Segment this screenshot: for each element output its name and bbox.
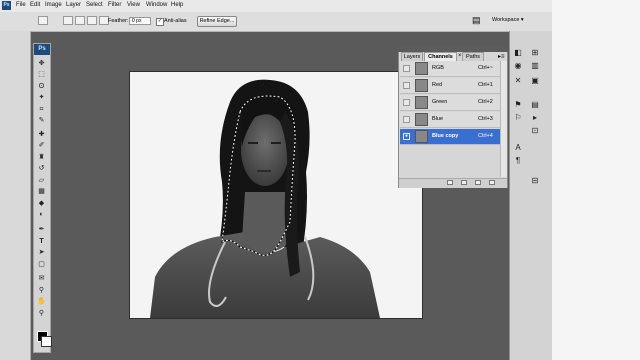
actions-dock-icon[interactable]: ▸ — [530, 113, 540, 122]
menu-help[interactable]: Help — [171, 2, 183, 8]
antialias-checkbox[interactable]: ✓ — [156, 18, 164, 26]
pen-tool-icon[interactable]: ✒ — [37, 226, 46, 234]
load-selection-icon[interactable] — [447, 180, 453, 185]
channel-shortcut: Ctrl+1 — [478, 82, 493, 88]
channel-thumbnail — [415, 62, 428, 75]
history-brush-tool-icon[interactable]: ↺ — [37, 165, 46, 173]
history-dock-icon[interactable]: ⚐ — [513, 113, 523, 122]
channel-shortcut: Ctrl+~ — [478, 65, 493, 71]
menu-view[interactable]: View — [127, 2, 140, 8]
magic-wand-tool-icon[interactable]: ✦ — [37, 94, 46, 102]
type-tool-icon[interactable]: T — [37, 238, 46, 246]
feather-input[interactable]: 0 px — [129, 17, 151, 25]
styles-dock-icon[interactable]: ▤ — [530, 100, 540, 109]
eraser-tool-icon[interactable]: ▱ — [37, 177, 46, 185]
subtract-selection-icon[interactable] — [87, 16, 97, 25]
new-channel-icon[interactable] — [475, 180, 481, 185]
panel-scrollbar[interactable] — [500, 61, 507, 177]
channel-thumbnail — [415, 113, 428, 126]
path-selection-tool-icon[interactable]: ➤ — [37, 249, 46, 257]
clone-stamp-tool-icon[interactable]: ♜ — [37, 154, 46, 162]
tab-channels[interactable]: Channels — [424, 52, 457, 61]
brush-tool-icon[interactable]: ✐ — [37, 142, 46, 150]
info-dock-icon[interactable]: ✕ — [513, 76, 523, 85]
channel-row-rgb[interactable]: RGB Ctrl+~ — [400, 61, 500, 77]
channel-thumbnail — [415, 96, 428, 109]
document-canvas[interactable] — [130, 72, 422, 318]
channel-thumbnail — [415, 79, 428, 92]
save-selection-icon[interactable] — [461, 180, 467, 185]
gradient-tool-icon[interactable]: ▦ — [37, 188, 46, 196]
visibility-eye-icon[interactable]: ● — [403, 133, 410, 140]
channel-name: Blue — [432, 116, 444, 122]
visibility-eye-icon[interactable] — [403, 65, 410, 72]
photo-canvas-image — [130, 72, 422, 318]
eyedropper-sample-tool-icon[interactable]: ⚲ — [37, 287, 46, 295]
notes-tool-icon[interactable]: ✉ — [37, 275, 46, 283]
add-to-selection-icon[interactable] — [75, 16, 85, 25]
brushes-dock-icon[interactable]: ⊡ — [530, 126, 540, 135]
channel-row-blue-copy[interactable]: ● Blue copy Ctrl+4 — [400, 129, 500, 145]
feather-label: Feather: — [108, 18, 129, 24]
channel-name: Red — [432, 82, 443, 88]
menu-image[interactable]: Image — [45, 2, 62, 8]
character-dock-icon[interactable]: A — [513, 143, 523, 152]
swatches-dock-icon[interactable]: ⚑ — [513, 100, 523, 109]
shape-tool-icon[interactable]: ▢ — [37, 261, 46, 269]
menu-edit[interactable]: Edit — [30, 2, 40, 8]
workspace-icon[interactable]: ▤ — [472, 15, 484, 26]
lasso-tool-icon[interactable]: ʘ — [37, 83, 46, 91]
marquee-tool-icon[interactable]: ⬚ — [37, 71, 46, 79]
channel-shortcut: Ctrl+4 — [478, 133, 493, 139]
menu-select[interactable]: Select — [86, 2, 103, 8]
close-tab-icon[interactable]: × — [458, 53, 462, 59]
workspace-dropdown[interactable]: Workspace ▾ — [492, 16, 534, 25]
visibility-eye-icon[interactable] — [403, 82, 410, 89]
antialias-label: Anti-alias — [164, 18, 187, 24]
lasso-preset-icon[interactable] — [38, 16, 48, 25]
panel-menu-icon[interactable]: ▸≡ — [498, 53, 505, 60]
channel-name: Blue copy — [432, 133, 459, 139]
channel-row-blue[interactable]: Blue Ctrl+3 — [400, 112, 500, 128]
visibility-eye-icon[interactable] — [403, 99, 410, 106]
tab-paths[interactable]: Paths — [462, 52, 484, 61]
menu-layer[interactable]: Layer — [66, 2, 81, 8]
menu-window[interactable]: Window — [146, 2, 167, 8]
refine-edge-button[interactable]: Refine Edge... — [197, 16, 237, 27]
tool-presets-dock-icon[interactable]: ⊟ — [530, 176, 540, 185]
tab-layers[interactable]: Layers — [401, 52, 423, 61]
move-tool-icon[interactable]: ✥ — [37, 60, 46, 68]
histogram-dock-icon[interactable]: ▥ — [530, 61, 540, 70]
channel-name: RGB — [432, 65, 444, 71]
delete-channel-icon[interactable] — [489, 180, 495, 185]
zoom-tool-icon[interactable]: ⚲ — [37, 310, 46, 318]
new-selection-icon[interactable] — [63, 16, 73, 25]
layers-dock-icon[interactable]: ◧ — [513, 48, 523, 57]
channel-shortcut: Ctrl+3 — [478, 116, 493, 122]
desktop-background — [552, 0, 640, 360]
left-strip — [0, 31, 31, 360]
visibility-eye-icon[interactable] — [403, 116, 410, 123]
photoshop-logo: Ps — [34, 44, 50, 55]
channel-row-green[interactable]: Green Ctrl+2 — [400, 95, 500, 111]
dodge-tool-icon[interactable]: ◐ — [37, 211, 46, 219]
blur-tool-icon[interactable]: ◆ — [37, 200, 46, 208]
color-dock-icon[interactable]: ▣ — [530, 76, 540, 85]
channel-name: Green — [432, 99, 448, 105]
navigator-dock-icon[interactable]: ⊞ — [530, 48, 540, 57]
channel-row-red[interactable]: Red Ctrl+1 — [400, 78, 500, 94]
eyedropper-tool-icon[interactable]: ✎ — [37, 117, 46, 125]
menu-file[interactable]: File — [16, 2, 26, 8]
paragraph-dock-icon[interactable]: ¶ — [513, 156, 523, 165]
menu-filter[interactable]: Filter — [108, 2, 121, 8]
hand-tool-icon[interactable]: ✋ — [37, 298, 46, 306]
channel-shortcut: Ctrl+2 — [478, 99, 493, 105]
channel-thumbnail — [415, 130, 428, 143]
app-logo-icon: Ps — [2, 1, 11, 10]
healing-brush-tool-icon[interactable]: ✚ — [37, 131, 46, 139]
crop-tool-icon[interactable]: ⌗ — [37, 106, 46, 114]
background-color-swatch[interactable] — [41, 336, 52, 347]
channels-dock-icon[interactable]: ◉ — [513, 61, 523, 70]
